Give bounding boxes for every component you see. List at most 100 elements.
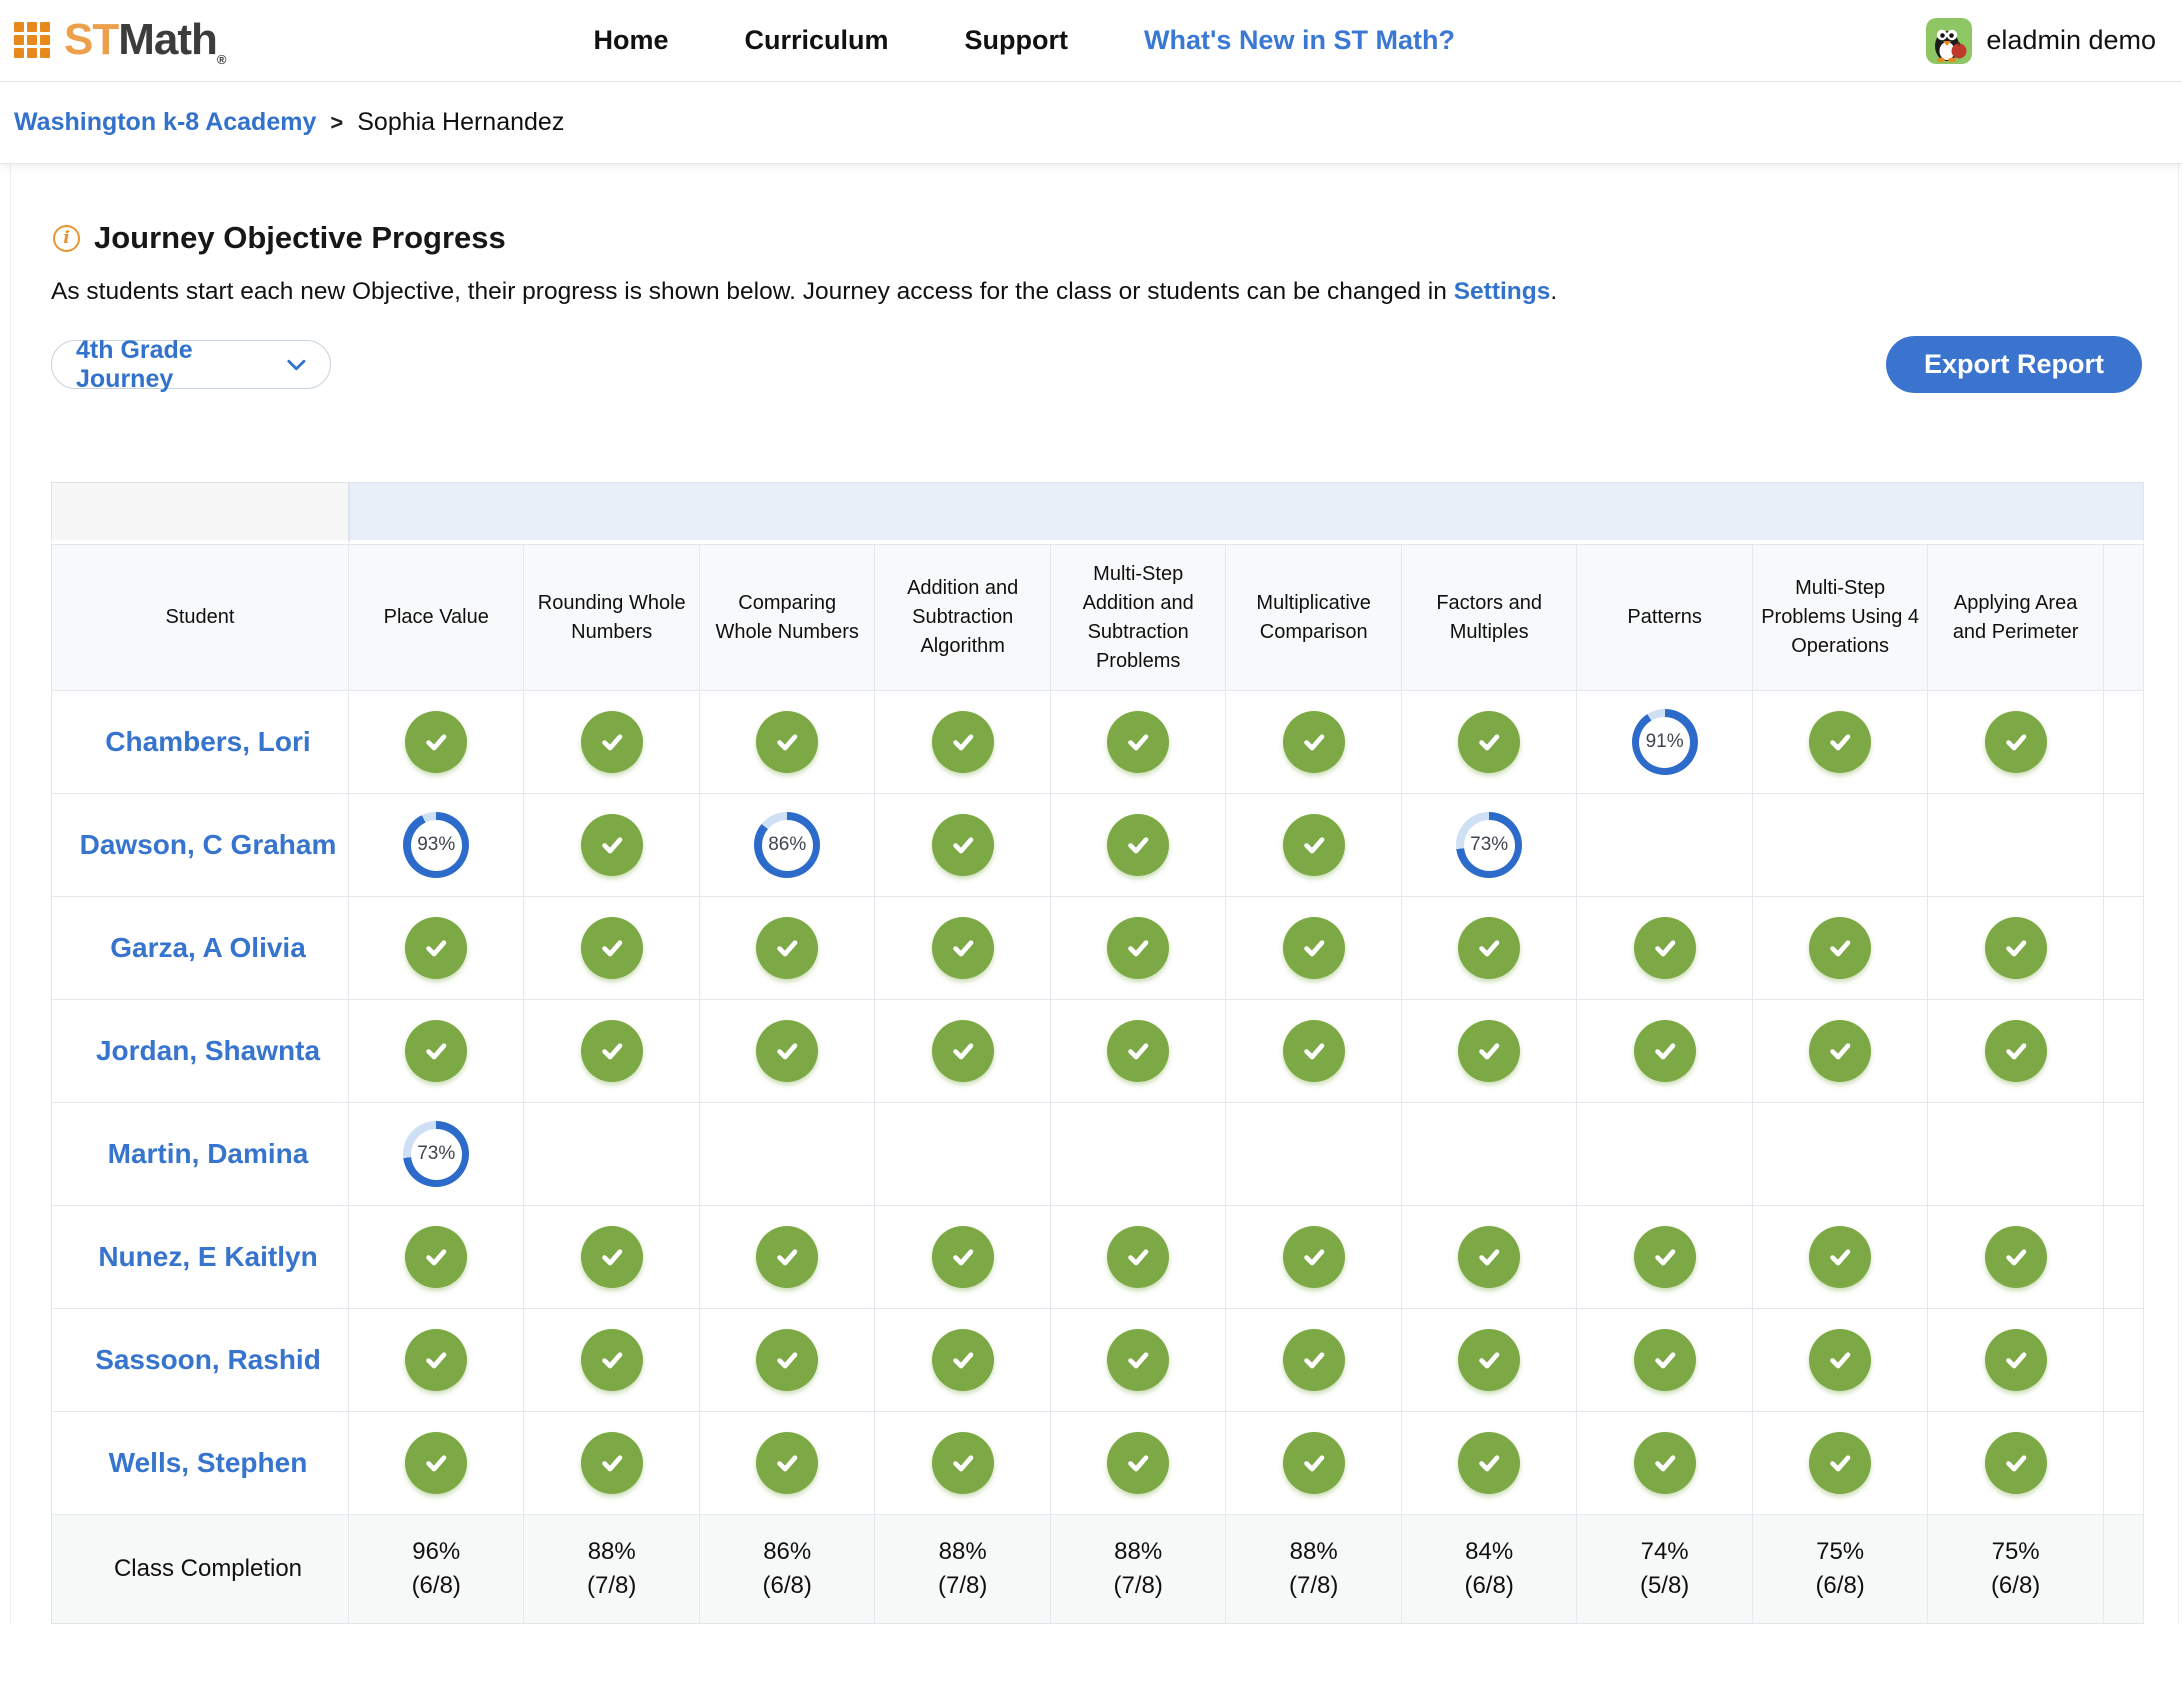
completed-check-icon — [1809, 1020, 1871, 1082]
objective-cell — [700, 1309, 875, 1412]
student-link[interactable]: Dawson, C Graham — [80, 829, 337, 860]
completed-check-icon — [1458, 1226, 1520, 1288]
extra-cell — [2104, 1103, 2144, 1206]
objective-cell — [1753, 1412, 1928, 1515]
completed-check-icon — [1634, 1020, 1696, 1082]
completed-check-icon — [1809, 917, 1871, 979]
objective-cell — [1051, 1206, 1226, 1309]
completed-check-icon — [756, 1432, 818, 1494]
completed-check-icon — [405, 1226, 467, 1288]
objective-cell — [1753, 794, 1928, 897]
completed-check-icon — [756, 711, 818, 773]
progress-ring: 86% — [754, 812, 820, 878]
objective-cell — [875, 1309, 1050, 1412]
completed-check-icon — [1107, 1329, 1169, 1391]
completed-check-icon — [581, 814, 643, 876]
objective-cell — [1928, 897, 2104, 1000]
objective-cell — [1402, 1000, 1577, 1103]
user-menu[interactable]: eladmin demo — [1926, 18, 2156, 64]
breadcrumb-current: Sophia Hernandez — [357, 108, 564, 137]
objective-cell — [349, 897, 524, 1000]
objective-cell — [1226, 1412, 1401, 1515]
objective-cell — [349, 691, 524, 794]
completed-check-icon — [1809, 1226, 1871, 1288]
column-header-objective: Multiplicative Comparison — [1226, 544, 1401, 691]
student-link[interactable]: Chambers, Lori — [105, 726, 310, 757]
student-link[interactable]: Martin, Damina — [108, 1138, 309, 1169]
objective-cell — [349, 1309, 524, 1412]
extra-cell — [2104, 1412, 2144, 1515]
extra-cell — [2104, 1309, 2144, 1412]
completed-check-icon — [1283, 1432, 1345, 1494]
completed-check-icon — [1809, 711, 1871, 773]
objective-cell — [524, 1206, 699, 1309]
table-row: Sassoon, Rashid — [51, 1309, 2144, 1412]
objective-cell — [1577, 794, 1752, 897]
user-avatar — [1926, 18, 1972, 64]
student-link[interactable]: Jordan, Shawnta — [96, 1035, 320, 1066]
objective-cell — [1928, 1412, 2104, 1515]
progress-ring-value: 93% — [411, 820, 462, 871]
objective-cell — [524, 691, 699, 794]
objective-cell — [1226, 897, 1401, 1000]
nav-home[interactable]: Home — [593, 25, 668, 56]
completed-check-icon — [1458, 917, 1520, 979]
journey-band-row — [51, 482, 2144, 544]
objective-cell — [1226, 1206, 1401, 1309]
table-row: Martin, Damina 73% — [51, 1103, 2144, 1206]
info-icon[interactable]: i — [53, 225, 80, 252]
objective-cell — [875, 1103, 1050, 1206]
breadcrumb: Washington k-8 Academy > Sophia Hernande… — [0, 82, 2182, 164]
objective-cell — [1051, 897, 1226, 1000]
objective-cell — [1577, 1206, 1752, 1309]
settings-link[interactable]: Settings — [1454, 278, 1551, 305]
student-name-cell: Wells, Stephen — [51, 1412, 349, 1515]
completed-check-icon — [932, 711, 994, 773]
objective-cell — [875, 1000, 1050, 1103]
student-link[interactable]: Garza, A Olivia — [110, 932, 306, 963]
objective-cell: 93% — [349, 794, 524, 897]
objective-cell — [1226, 794, 1401, 897]
nav-curriculum[interactable]: Curriculum — [745, 25, 889, 56]
journey-select-value: 4th Grade Journey — [76, 336, 285, 394]
export-report-button[interactable]: Export Report — [1886, 336, 2142, 393]
nav-whats-new[interactable]: What's New in ST Math? — [1144, 25, 1455, 56]
class-completion-value: 84%(6/8) — [1402, 1515, 1577, 1624]
objective-cell — [1226, 691, 1401, 794]
column-header-extra — [2104, 544, 2144, 691]
column-header-objective: Rounding Whole Numbers — [524, 544, 699, 691]
progress-ring: 73% — [1456, 812, 1522, 878]
objective-cell — [1577, 1412, 1752, 1515]
progress-ring-value: 73% — [411, 1129, 462, 1180]
table-row: Garza, A Olivia — [51, 897, 2144, 1000]
objective-cell — [875, 691, 1050, 794]
objective-cell — [700, 691, 875, 794]
breadcrumb-school-link[interactable]: Washington k-8 Academy — [14, 108, 316, 137]
journey-select-dropdown[interactable]: 4th Grade Journey — [51, 340, 331, 389]
completed-check-icon — [1634, 1432, 1696, 1494]
main-content-card: i Journey Objective Progress As students… — [10, 164, 2179, 1624]
student-link[interactable]: Sassoon, Rashid — [95, 1344, 321, 1375]
objective-cell — [1402, 1206, 1577, 1309]
stmath-logo[interactable]: STMath® — [14, 15, 225, 67]
student-link[interactable]: Nunez, E Kaitlyn — [98, 1241, 317, 1272]
objective-cell — [349, 1000, 524, 1103]
completed-check-icon — [1809, 1329, 1871, 1391]
completed-check-icon — [1107, 1020, 1169, 1082]
completed-check-icon — [1634, 1226, 1696, 1288]
student-name-cell: Martin, Damina — [51, 1103, 349, 1206]
table-header-row: StudentPlace ValueRounding Whole Numbers… — [51, 544, 2144, 691]
progress-ring-value: 91% — [1639, 717, 1690, 768]
objective-cell — [875, 794, 1050, 897]
objective-cell — [1928, 691, 2104, 794]
completed-check-icon — [405, 711, 467, 773]
objective-cell — [1402, 691, 1577, 794]
completed-check-icon — [756, 1020, 818, 1082]
column-header-objective: Applying Area and Perimeter — [1928, 544, 2104, 691]
objective-cell — [1226, 1309, 1401, 1412]
nav-support[interactable]: Support — [965, 25, 1068, 56]
student-link[interactable]: Wells, Stephen — [109, 1447, 308, 1478]
completed-check-icon — [1985, 1226, 2047, 1288]
student-name-cell: Jordan, Shawnta — [51, 1000, 349, 1103]
completed-check-icon — [405, 1020, 467, 1082]
